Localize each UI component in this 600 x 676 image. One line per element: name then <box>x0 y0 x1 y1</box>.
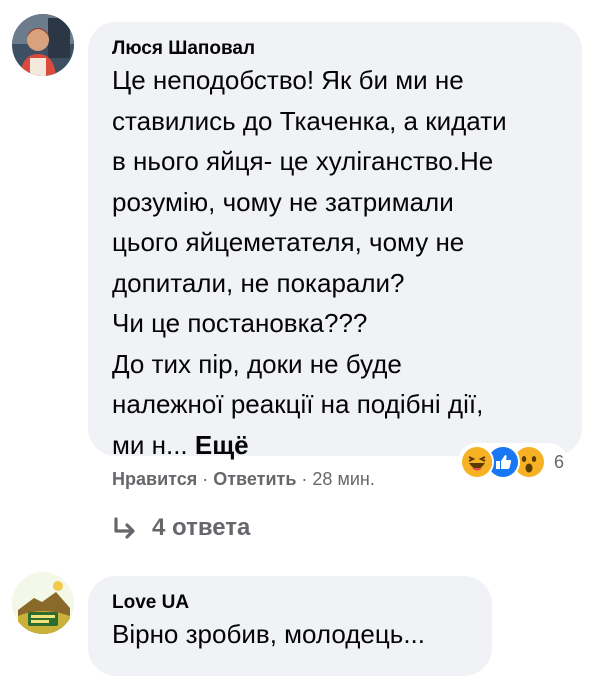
comment-text-line: в нього яйця- це хуліганство.Не <box>112 146 494 176</box>
comment-text: Це неподобство! Як би ми не ставились до… <box>112 60 507 465</box>
replies-count-label[interactable]: 4 ответа <box>152 514 250 542</box>
comment-text-line: допитали, не покарали? <box>112 267 405 298</box>
haha-icon <box>460 445 494 479</box>
comment-author[interactable]: Люся Шаповал <box>112 38 255 60</box>
separator-dot: · <box>301 468 308 489</box>
avatar[interactable] <box>12 14 74 76</box>
reactions-summary[interactable]: 6 <box>458 443 569 481</box>
reply-button[interactable]: Ответить <box>213 469 296 490</box>
comment-text-line: Вірно зробив, молодець... <box>112 619 425 649</box>
comment-text-last-line: ми н... Ещё <box>112 425 507 466</box>
comment-text-line: цього яйцеметателя, чому не <box>112 227 465 257</box>
comment-text: Вірно зробив, молодець... <box>112 614 425 655</box>
view-replies-button[interactable]: 4 ответа <box>112 508 250 548</box>
reply-arrow-icon <box>114 517 135 539</box>
comment-text-line: ми н... <box>112 429 188 460</box>
comment-text-line: Чи це постановка??? <box>112 308 368 338</box>
comment-timestamp[interactable]: 28 мин. <box>312 469 374 490</box>
reaction-count: 6 <box>554 451 565 472</box>
avatar[interactable] <box>12 572 74 634</box>
comment-text-line: ставились до Ткаченка, а кидати <box>112 105 507 136</box>
comment-text-line: Це неподобство! Як би ми не <box>112 65 464 95</box>
comment-actions: Нравится · Ответить · 28 мин. <box>112 466 375 492</box>
comment-text-line: належної реакції на подібні дії, <box>112 389 484 419</box>
see-more-link[interactable]: Ещё <box>195 430 249 460</box>
separator-dot: · <box>202 468 209 489</box>
comment-text-line: До тих пір, доки не буде <box>112 348 402 379</box>
like-button[interactable]: Нравится <box>112 469 197 490</box>
comment-text-line: розумію, чому не затримали <box>112 186 454 217</box>
reactions-pill[interactable]: 6 <box>458 443 569 481</box>
comment-author[interactable]: Love UA <box>112 592 189 614</box>
